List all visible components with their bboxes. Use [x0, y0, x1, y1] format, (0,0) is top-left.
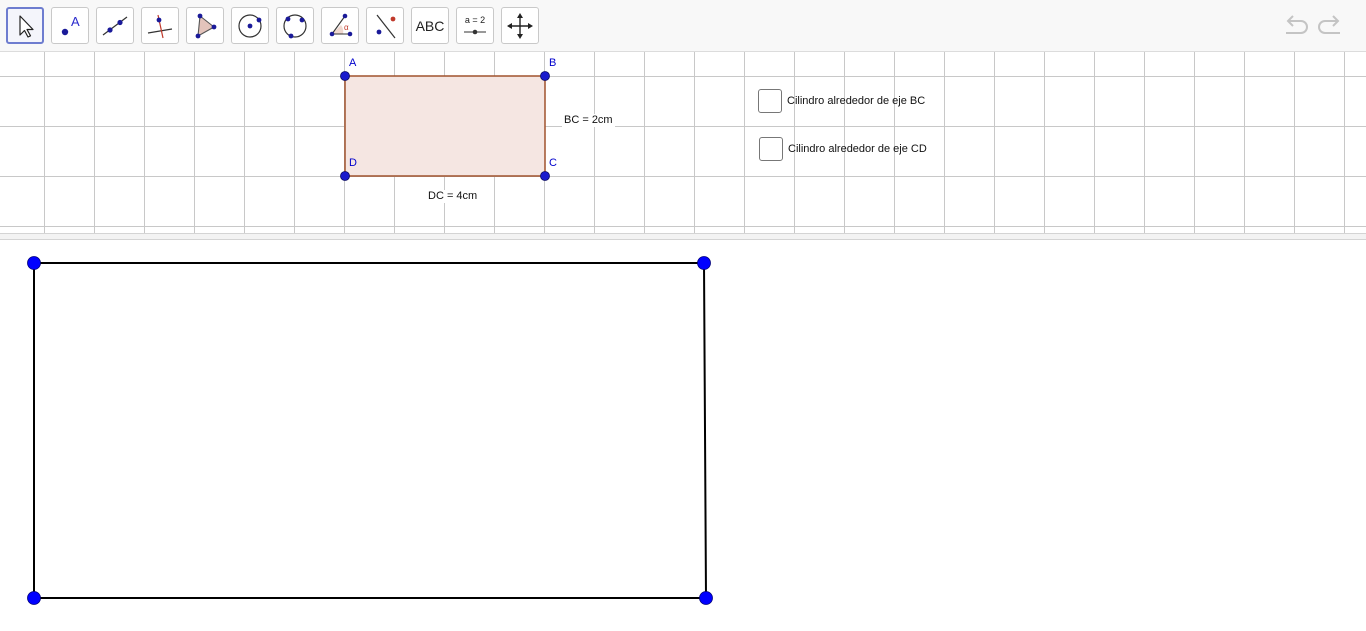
line-tool[interactable]	[96, 7, 134, 44]
point-a[interactable]	[340, 71, 350, 81]
checkbox-cylinder-bc-label: Cilindro alrededor de eje BC	[787, 95, 926, 107]
move-graphics-view-tool[interactable]	[501, 7, 539, 44]
graphics-view-2[interactable]	[0, 240, 1366, 631]
text-tool[interactable]: ABC	[411, 7, 449, 44]
point-label-icon: A	[61, 14, 80, 35]
arrow-pointer-icon	[19, 14, 34, 38]
undo-icon	[1286, 15, 1308, 34]
angle-tool[interactable]: α	[321, 7, 359, 44]
view-splitter[interactable]	[0, 233, 1366, 240]
text-icon: ABC	[415, 17, 445, 34]
point-b[interactable]	[540, 71, 550, 81]
measure-bc: BC = 2cm	[562, 114, 615, 127]
corner-point-top-left[interactable]	[27, 256, 41, 270]
corner-point-bottom-right[interactable]	[699, 591, 713, 605]
construction-canvas	[340, 71, 550, 181]
svg-text:α: α	[344, 23, 349, 32]
perpendicular-line-tool[interactable]	[141, 7, 179, 44]
perpendicular-line-icon	[147, 14, 173, 38]
circle-three-points-tool[interactable]	[276, 7, 314, 44]
slider-tool[interactable]: a = 2	[456, 7, 494, 44]
redo-button[interactable]	[1316, 11, 1346, 41]
redo-icon	[1318, 15, 1340, 34]
circle-center-icon	[238, 13, 262, 38]
polygon-tool[interactable]	[186, 7, 224, 44]
reflect-tool[interactable]	[366, 7, 404, 44]
rectangle-abcd[interactable]	[344, 75, 546, 177]
graphics-view-1[interactable]: A B C D BC = 2cm DC = 4cm Cilindro alred…	[0, 52, 1366, 233]
checkbox-cylinder-cd[interactable]: Cilindro alrededor de eje CD	[759, 137, 927, 161]
corner-point-top-right[interactable]	[697, 256, 711, 270]
angle-icon: α	[329, 13, 353, 36]
point-c[interactable]	[540, 171, 550, 181]
reflect-about-line-icon	[376, 14, 396, 38]
circle-three-points-icon	[283, 13, 307, 38]
move-tool[interactable]	[6, 7, 44, 44]
unfolded-cylinder-canvas	[27, 256, 713, 605]
checkbox-cylinder-cd-label: Cilindro alrededor de eje CD	[788, 143, 927, 155]
circle-center-point-tool[interactable]	[231, 7, 269, 44]
svg-text:a = 2: a = 2	[465, 15, 485, 25]
point-c-label: C	[549, 157, 557, 169]
undo-button[interactable]	[1280, 11, 1310, 41]
move-cross-arrows-icon	[507, 12, 533, 39]
point-tool[interactable]: A	[51, 7, 89, 44]
checkbox-cylinder-bc-box[interactable]	[758, 89, 782, 113]
toolbar: A α ABC a = 2	[0, 0, 1366, 52]
point-b-label: B	[549, 57, 557, 69]
unfolded-rectangle[interactable]	[33, 262, 708, 599]
svg-text:A: A	[71, 14, 80, 29]
slider-icon: a = 2	[464, 15, 486, 34]
measure-dc: DC = 4cm	[426, 190, 480, 203]
polygon-icon	[195, 13, 217, 38]
point-d[interactable]	[340, 171, 350, 181]
checkbox-cylinder-cd-box[interactable]	[759, 137, 783, 161]
checkbox-cylinder-bc[interactable]: Cilindro alrededor de eje BC	[758, 89, 925, 113]
point-d-label: D	[349, 157, 357, 169]
geogebra-app: A α ABC a = 2 A B C D BC = 2cm DC = 4cm …	[0, 0, 1366, 631]
line-through-points-icon	[102, 16, 128, 35]
point-a-label: A	[349, 57, 357, 69]
corner-point-bottom-left[interactable]	[27, 591, 41, 605]
